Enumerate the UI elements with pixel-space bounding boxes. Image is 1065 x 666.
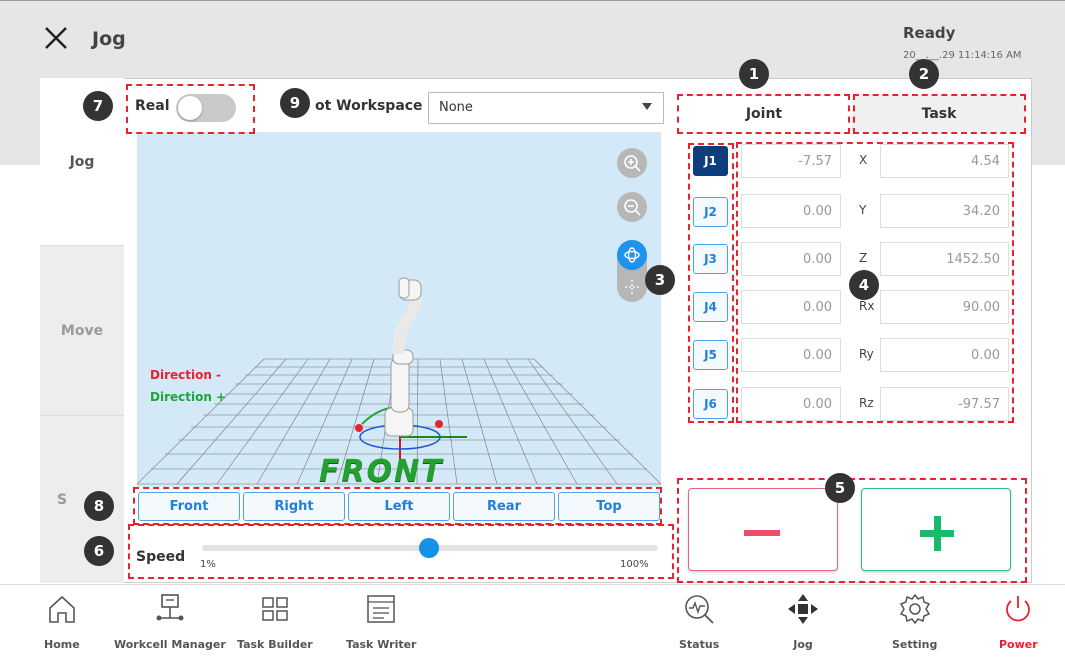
robot-3d-view[interactable]: FRONT [137, 132, 661, 487]
annotation-box-6 [128, 524, 674, 579]
badge-3: 3 [645, 265, 675, 295]
close-icon[interactable] [40, 22, 72, 54]
nav-power[interactable]: Power [999, 592, 1038, 651]
nav-label: Task Builder [237, 638, 313, 651]
status-icon [685, 595, 714, 624]
direction-minus-label: Direction - [150, 368, 222, 382]
gear-icon [899, 593, 930, 625]
status-text: Ready [903, 24, 956, 42]
power-icon [1006, 596, 1031, 622]
badge-2: 2 [909, 59, 939, 89]
pan-icon[interactable] [617, 272, 647, 302]
badge-6: 6 [84, 536, 114, 566]
sidebar-item-move[interactable]: Move [40, 245, 124, 415]
nav-label: Workcell Manager [114, 638, 226, 651]
nav-label: Task Writer [346, 638, 417, 651]
nav-home[interactable]: Home [44, 592, 80, 651]
badge-4: 4 [849, 270, 879, 300]
page-title: Jog [92, 28, 126, 50]
badge-5: 5 [825, 473, 855, 503]
nav-label: Home [44, 638, 80, 651]
badge-1: 1 [739, 59, 769, 89]
nav-task-writer[interactable]: Task Writer [346, 592, 416, 651]
direction-plus-label: Direction + [150, 390, 227, 404]
nav-jog[interactable]: Jog [786, 592, 820, 651]
task-builder-icon [262, 597, 288, 621]
nav-label: Status [679, 638, 720, 651]
grid-floor [137, 277, 661, 485]
workcell-icon [156, 594, 184, 621]
annotation-box-2 [853, 94, 1026, 134]
nav-label: Power [999, 638, 1038, 651]
workspace-select[interactable]: None [428, 92, 664, 124]
rotate-icon[interactable] [617, 240, 647, 270]
front-floor-label: FRONT [319, 454, 444, 487]
nav-setting[interactable]: Setting [892, 592, 937, 651]
annotation-box-3 [688, 143, 734, 423]
zoom-out-icon[interactable] [617, 192, 647, 222]
nav-label: Setting [892, 638, 938, 651]
annotation-box-8 [133, 487, 662, 525]
sidebar-item-label: Jog [69, 153, 95, 170]
sidebar-item-label: S [56, 491, 68, 508]
annotation-box-1 [677, 94, 850, 134]
chevron-down-icon[interactable] [642, 103, 652, 110]
home-icon [49, 595, 75, 623]
nav-task-builder[interactable]: Task Builder [237, 592, 313, 651]
annotation-box-7 [126, 84, 255, 134]
nav-workcell-manager[interactable]: Workcell Manager [114, 592, 226, 651]
jog-icon [788, 594, 818, 624]
task-writer-icon [367, 595, 395, 623]
workspace-label: ot Workspace [315, 98, 423, 114]
zoom-in-icon[interactable] [617, 148, 647, 178]
sidebar-item-label: Move [60, 322, 104, 339]
nav-label: Jog [793, 638, 813, 651]
badge-8: 8 [84, 491, 114, 521]
nav-status[interactable]: Status [679, 592, 719, 651]
badge-9: 9 [280, 88, 310, 118]
badge-7: 7 [83, 91, 113, 121]
